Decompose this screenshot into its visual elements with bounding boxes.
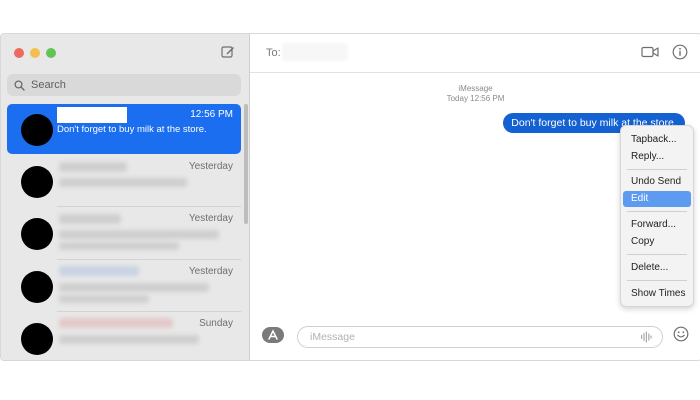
conversation-time: Yesterday [188, 213, 233, 224]
conversation-time: Yesterday [188, 266, 233, 277]
conversation-item[interactable]: Yesterday [7, 156, 241, 206]
contact-name-redacted [59, 266, 139, 276]
menu-item-show-times[interactable]: Show Times [623, 286, 691, 302]
compose-bar: iMessage [250, 322, 700, 360]
conversation-item[interactable]: 12:56 PM Don't forget to buy milk at the… [7, 104, 241, 154]
minimize-button[interactable] [30, 48, 40, 58]
sidebar-scrollbar[interactable] [244, 104, 248, 224]
preview-redacted [59, 283, 209, 292]
contact-name-redacted [59, 214, 121, 224]
contact-name-redacted [59, 318, 173, 328]
audio-waveform-icon[interactable] [640, 331, 652, 343]
menu-item-reply[interactable]: Reply... [623, 149, 691, 165]
zoom-button[interactable] [46, 48, 56, 58]
list-divider [57, 206, 241, 207]
preview-redacted [59, 230, 219, 239]
avatar [21, 166, 53, 198]
menu-separator [627, 169, 687, 170]
conversation-preview: Don't forget to buy milk at the store. [57, 124, 207, 135]
contact-name-redacted [59, 162, 127, 172]
messages-window: Search 12:56 PM Don't forget to buy milk… [0, 33, 700, 361]
compose-icon[interactable] [220, 44, 236, 60]
menu-item-tapback[interactable]: Tapback... [623, 132, 691, 148]
chat-header: To: [250, 34, 700, 73]
service-label: iMessage [458, 84, 493, 93]
conversation-item[interactable]: Yesterday [7, 261, 241, 311]
context-menu: Tapback... Reply... Undo Send Edit Forwa… [620, 125, 694, 307]
search-icon [14, 79, 25, 91]
to-label: To: [266, 47, 281, 59]
conversation-item[interactable]: Yesterday [7, 208, 241, 258]
search-input[interactable]: Search [7, 74, 241, 96]
close-button[interactable] [14, 48, 24, 58]
avatar [21, 271, 53, 303]
emoji-icon[interactable] [673, 326, 689, 342]
window-controls [14, 48, 56, 58]
avatar [21, 323, 53, 355]
message-timestamp: Today 12:56 PM [446, 94, 505, 103]
list-divider [57, 259, 241, 260]
message-input[interactable]: iMessage [297, 326, 663, 348]
preview-redacted [59, 242, 179, 250]
app-store-icon[interactable] [262, 327, 284, 343]
conversation-time: Yesterday [188, 161, 233, 172]
preview-redacted [59, 178, 187, 187]
info-icon[interactable] [672, 44, 688, 60]
sidebar: Search 12:56 PM Don't forget to buy milk… [1, 34, 250, 360]
avatar [21, 218, 53, 250]
conversation-time: 12:56 PM [190, 109, 233, 120]
menu-item-forward[interactable]: Forward... [623, 217, 691, 233]
menu-item-edit[interactable]: Edit [623, 191, 691, 207]
recipient-field[interactable] [282, 43, 348, 61]
message-input-placeholder: iMessage [310, 331, 355, 343]
contact-name-redacted [57, 107, 127, 123]
menu-separator [627, 211, 687, 212]
menu-item-copy[interactable]: Copy [623, 234, 691, 250]
menu-item-undo-send[interactable]: Undo Send [623, 174, 691, 190]
avatar [21, 114, 53, 146]
menu-separator [627, 254, 687, 255]
video-camera-icon[interactable] [641, 46, 659, 58]
preview-redacted [59, 335, 199, 344]
search-placeholder: Search [31, 79, 66, 91]
conversation-item[interactable]: Sunday [7, 313, 241, 360]
preview-redacted [59, 295, 149, 303]
conversation-time: Sunday [199, 318, 233, 329]
menu-separator [627, 280, 687, 281]
list-divider [57, 311, 241, 312]
chat-pane: To: iMessage Today 12:56 PM Don't forget… [250, 34, 700, 360]
menu-item-delete[interactable]: Delete... [623, 260, 691, 276]
